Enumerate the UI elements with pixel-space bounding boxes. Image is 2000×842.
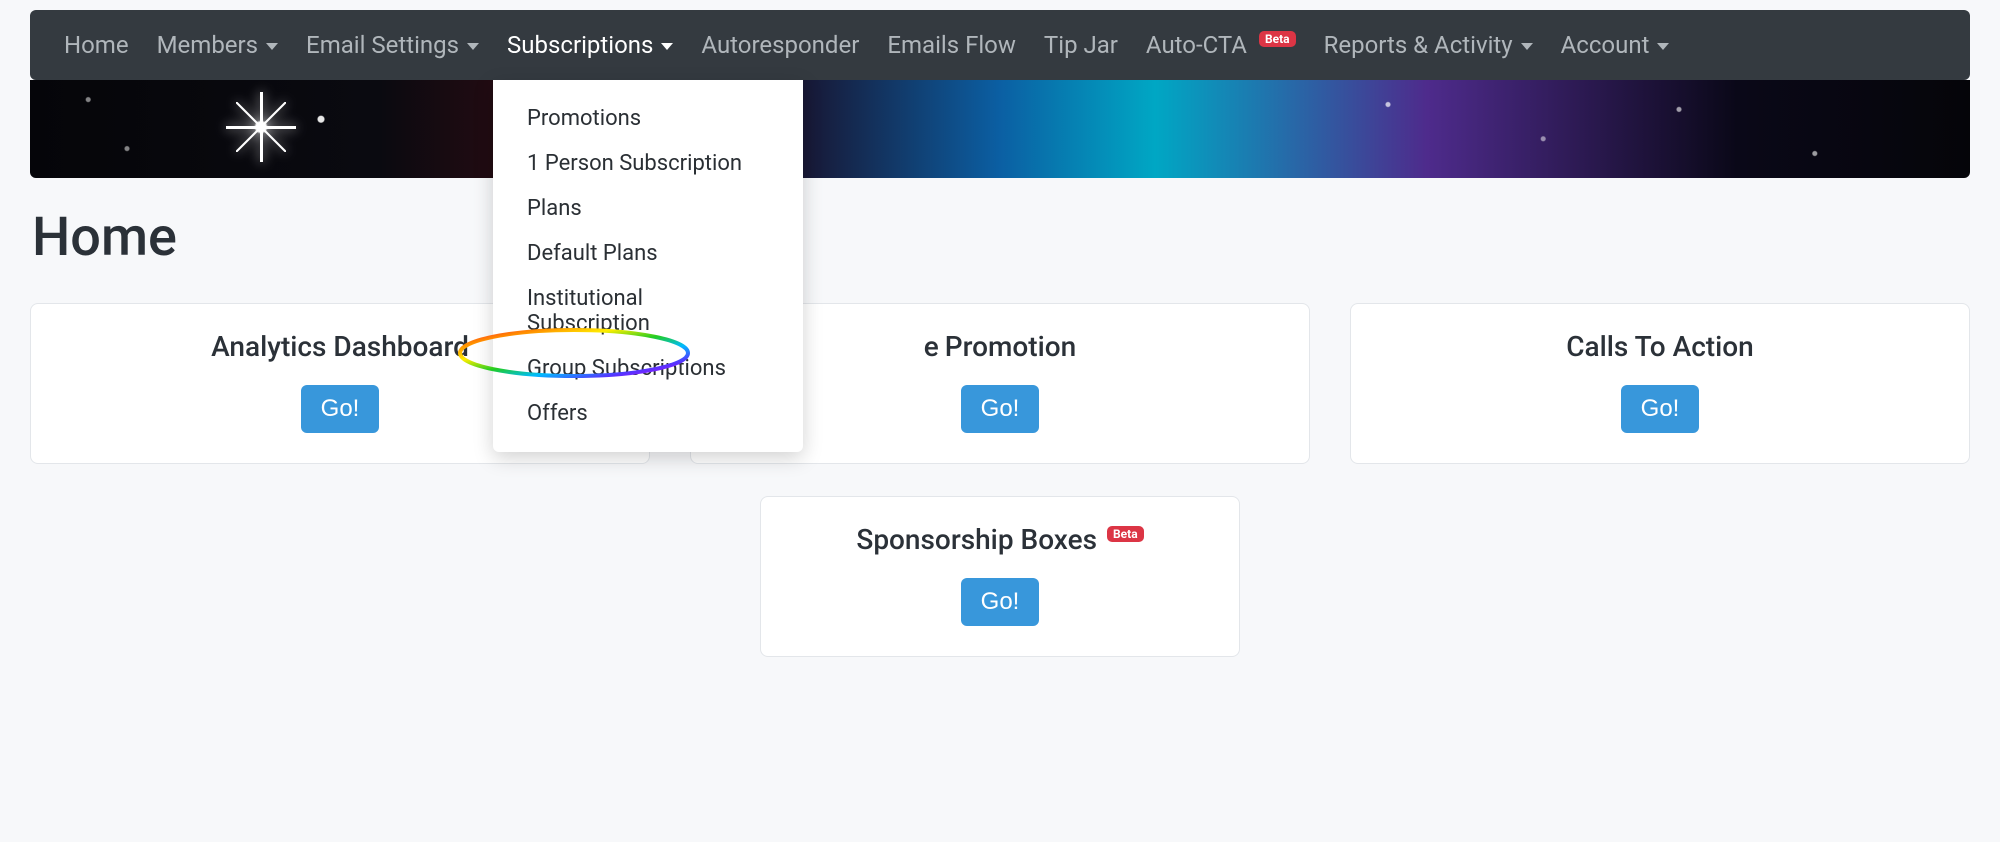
- card-title-cut: e: [924, 330, 939, 363]
- chevron-down-icon: [1657, 43, 1669, 50]
- nav-home[interactable]: Home: [50, 10, 143, 80]
- nav-emails-flow[interactable]: Emails Flow: [873, 10, 1030, 80]
- dropdown-item-plans[interactable]: Plans: [493, 186, 803, 231]
- nav-auto-cta[interactable]: Auto-CTA Beta: [1132, 10, 1310, 80]
- nav-label: Home: [64, 31, 129, 59]
- main-navbar: Home Members Email Settings Subscription…: [30, 10, 1970, 80]
- nav-label: Auto-CTA: [1146, 31, 1247, 59]
- nav-tip-jar[interactable]: Tip Jar: [1030, 10, 1132, 80]
- beta-badge: Beta: [1107, 526, 1144, 542]
- nav-label: Emails Flow: [887, 31, 1016, 59]
- hero-banner: [30, 80, 1970, 178]
- card-calls-to-action: Calls To Action Go!: [1350, 303, 1970, 464]
- page-title: Home: [32, 206, 1970, 269]
- chevron-down-icon: [1521, 43, 1533, 50]
- go-button[interactable]: Go!: [1621, 385, 1700, 433]
- nav-email-settings[interactable]: Email Settings: [292, 10, 493, 80]
- star-icon: [226, 92, 296, 162]
- card-title: e Promotion: [924, 330, 1077, 363]
- dropdown-item-group-subscriptions[interactable]: Group Subscriptions: [493, 346, 803, 391]
- subscriptions-dropdown: Promotions 1 Person Subscription Plans D…: [493, 80, 803, 452]
- dropdown-item-offers[interactable]: Offers: [493, 391, 803, 436]
- dropdown-item-default-plans[interactable]: Default Plans: [493, 231, 803, 276]
- nav-label: Tip Jar: [1044, 31, 1118, 59]
- nav-label: Members: [157, 31, 258, 59]
- nav-label: Autoresponder: [701, 31, 859, 59]
- card-sponsorship-boxes: Sponsorship Boxes Beta Go!: [760, 496, 1240, 657]
- go-button[interactable]: Go!: [961, 578, 1040, 626]
- dropdown-item-institutional[interactable]: Institutional Subscription: [493, 276, 803, 346]
- nav-account[interactable]: Account: [1547, 10, 1684, 80]
- card-title: Calls To Action: [1566, 330, 1754, 363]
- nav-label: Account: [1561, 31, 1650, 59]
- go-button[interactable]: Go!: [301, 385, 380, 433]
- card-title: Analytics Dashboard: [211, 330, 469, 363]
- chevron-down-icon: [467, 43, 479, 50]
- nav-reports-activity[interactable]: Reports & Activity: [1310, 10, 1547, 80]
- cards-row-1: Analytics Dashboard Go! e Promotion Go! …: [30, 303, 1970, 464]
- dropdown-item-1-person[interactable]: 1 Person Subscription: [493, 141, 803, 186]
- dropdown-item-promotions[interactable]: Promotions: [493, 96, 803, 141]
- nav-autoresponder[interactable]: Autoresponder: [687, 10, 873, 80]
- nav-label: Email Settings: [306, 31, 459, 59]
- chevron-down-icon: [266, 43, 278, 50]
- nav-members[interactable]: Members: [143, 10, 292, 80]
- nav-label: Reports & Activity: [1324, 31, 1513, 59]
- nav-label: Subscriptions: [507, 31, 653, 59]
- card-title: Sponsorship Boxes Beta: [856, 523, 1143, 556]
- beta-badge: Beta: [1259, 31, 1296, 47]
- cards-row-2: Sponsorship Boxes Beta Go!: [30, 496, 1970, 657]
- nav-subscriptions[interactable]: Subscriptions Promotions 1 Person Subscr…: [493, 10, 687, 80]
- chevron-down-icon: [661, 43, 673, 50]
- go-button[interactable]: Go!: [961, 385, 1040, 433]
